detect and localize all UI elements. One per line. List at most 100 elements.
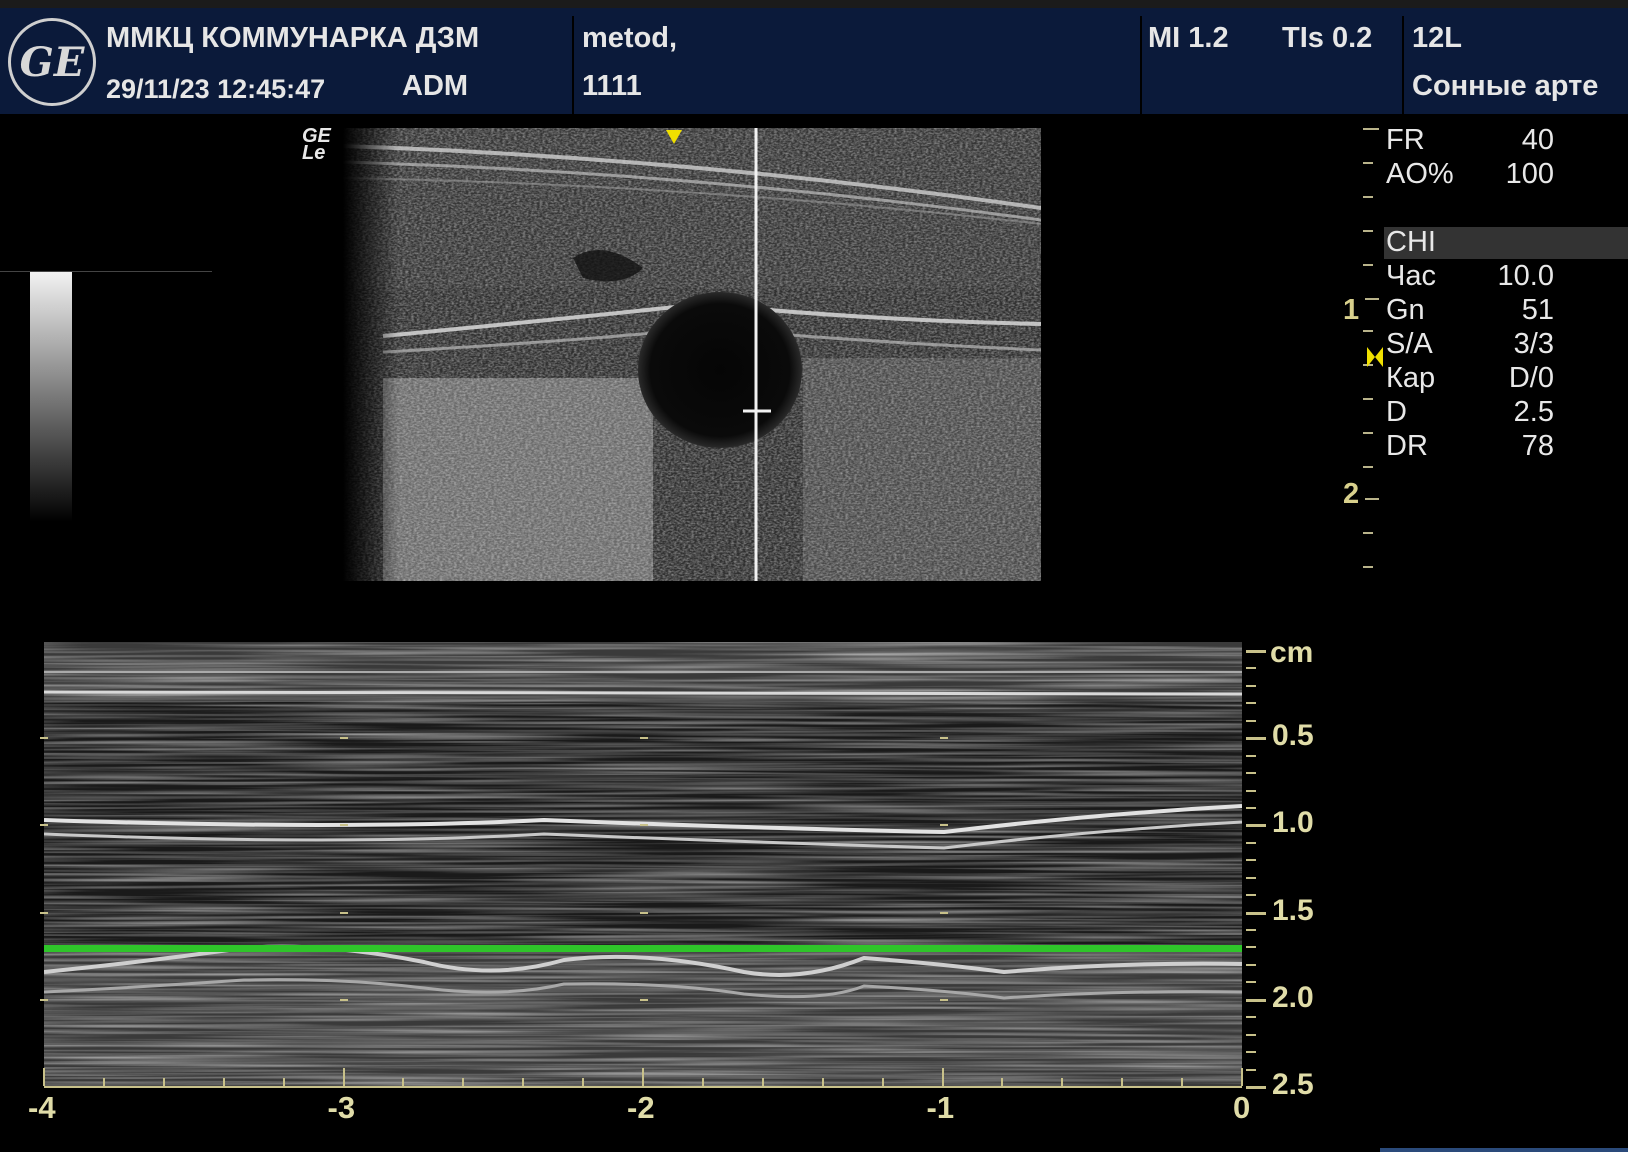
depth-tick: [1246, 859, 1256, 862]
exam-datetime: 29/11/23 12:45:47: [106, 74, 326, 104]
time-tick: [761, 1078, 764, 1086]
param-name: AO%: [1386, 158, 1454, 190]
depth-tick: [1246, 998, 1266, 1002]
depth-tick: [1246, 824, 1266, 828]
depth-tick: [1246, 737, 1266, 741]
time-tick: [1181, 1078, 1184, 1086]
depth-tick: [1246, 929, 1256, 932]
param-value: 100: [1505, 158, 1554, 190]
header-separator: [572, 16, 574, 122]
grid-marker: [340, 824, 348, 827]
grid-marker: [640, 824, 648, 827]
patient-id: 1111: [582, 70, 642, 102]
time-tick: [941, 1068, 944, 1086]
depth-tick: [1363, 330, 1373, 332]
grid-marker: [940, 824, 948, 827]
grid-marker: [640, 737, 648, 740]
focus-position-icon: [1367, 347, 1383, 367]
depth-tick: [1363, 162, 1373, 164]
time-tick: [282, 1078, 285, 1086]
param-name: CHI: [1386, 226, 1436, 258]
depth-unit-label: cm: [1270, 636, 1314, 669]
grid-marker: [40, 911, 48, 914]
depth-tick: [1246, 841, 1256, 844]
header-bar: GE ММКЦ КОММУНАРКА ДЗМ 29/11/23 12:45:47…: [0, 0, 1628, 122]
header-separator: [1402, 16, 1404, 122]
time-tick: [222, 1078, 225, 1086]
b-mode-image[interactable]: [343, 128, 1041, 581]
m-mode-trace[interactable]: [44, 642, 1242, 1086]
time-tick: [1061, 1078, 1064, 1086]
time-tick: [1121, 1078, 1124, 1086]
depth-tick: [1365, 298, 1379, 300]
depth-tick: [1246, 719, 1256, 722]
param-name: Gn: [1386, 294, 1425, 326]
depth-tick: [1363, 466, 1373, 468]
depth-label: 1.0: [1272, 806, 1314, 840]
time-tick: [102, 1078, 105, 1086]
grid-marker: [40, 737, 48, 740]
depth-tick: [1365, 498, 1379, 500]
param-value: D/0: [1508, 362, 1554, 394]
depth-label: 1.5: [1272, 893, 1314, 927]
depth-tick: [1363, 566, 1373, 568]
depth-tick: [1246, 981, 1256, 984]
grid-marker: [340, 998, 348, 1001]
depth-label: 1: [1343, 294, 1360, 326]
time-axis-line: [44, 1086, 1242, 1088]
depth-label: 2.0: [1272, 980, 1314, 1014]
time-tick: [522, 1078, 525, 1086]
image-orientation-label: GE Le: [302, 126, 331, 164]
header-separator: [1140, 16, 1142, 122]
depth-label: 2.5: [1272, 1068, 1314, 1101]
depth-tick: [1246, 806, 1256, 809]
depth-tick: [1363, 128, 1379, 130]
time-tick: [162, 1078, 165, 1086]
depth-tick: [1363, 398, 1373, 400]
depth-tick: [1246, 650, 1266, 653]
time-tick: [402, 1078, 405, 1086]
grid-marker: [40, 824, 48, 827]
time-label: -1: [926, 1090, 955, 1125]
param-name: D: [1386, 396, 1407, 428]
param-value: 78: [1521, 430, 1554, 462]
time-tick: [1241, 1068, 1243, 1086]
grid-marker: [640, 911, 648, 914]
depth-tick: [1363, 264, 1373, 266]
depth-label: 2: [1343, 478, 1360, 510]
param-value: 2.5: [1513, 396, 1554, 428]
param-value: 3/3: [1513, 328, 1554, 360]
operator-id: ADM: [402, 70, 469, 102]
mechanical-index: MI 1.2: [1148, 22, 1229, 54]
depth-tick: [1246, 754, 1256, 757]
time-tick: [342, 1068, 345, 1086]
grid-marker: [40, 998, 48, 1001]
depth-tick: [1246, 894, 1256, 897]
preset-name: Сонные арте: [1412, 70, 1599, 102]
depth-tick: [1246, 1051, 1256, 1054]
bottom-edge-bar: [1380, 1148, 1628, 1152]
grid-marker: [640, 998, 648, 1001]
ge-logo-icon: GE: [8, 18, 96, 106]
time-label: -4: [28, 1090, 56, 1125]
probe-name: 12L: [1412, 22, 1462, 54]
time-label: -3: [327, 1090, 356, 1125]
depth-tick: [1246, 1068, 1256, 1071]
time-label: -2: [627, 1090, 655, 1125]
thermal-index: TIs 0.2: [1282, 22, 1373, 54]
depth-label: 0.5: [1272, 719, 1314, 753]
depth-tick: [1246, 1086, 1266, 1089]
orientation-line-2: Le: [302, 142, 326, 164]
depth-tick: [1246, 702, 1256, 705]
depth-tick: [1246, 1016, 1256, 1019]
m-mode-sweep-line: [44, 945, 1242, 952]
time-tick: [642, 1068, 644, 1086]
depth-tick: [1246, 789, 1256, 792]
depth-tick: [1246, 772, 1256, 775]
depth-tick: [1363, 230, 1373, 232]
grid-marker: [940, 998, 948, 1001]
param-name: FR: [1386, 124, 1425, 156]
time-tick: [462, 1078, 465, 1086]
time-tick: [701, 1078, 704, 1086]
param-name: Час: [1386, 260, 1436, 292]
